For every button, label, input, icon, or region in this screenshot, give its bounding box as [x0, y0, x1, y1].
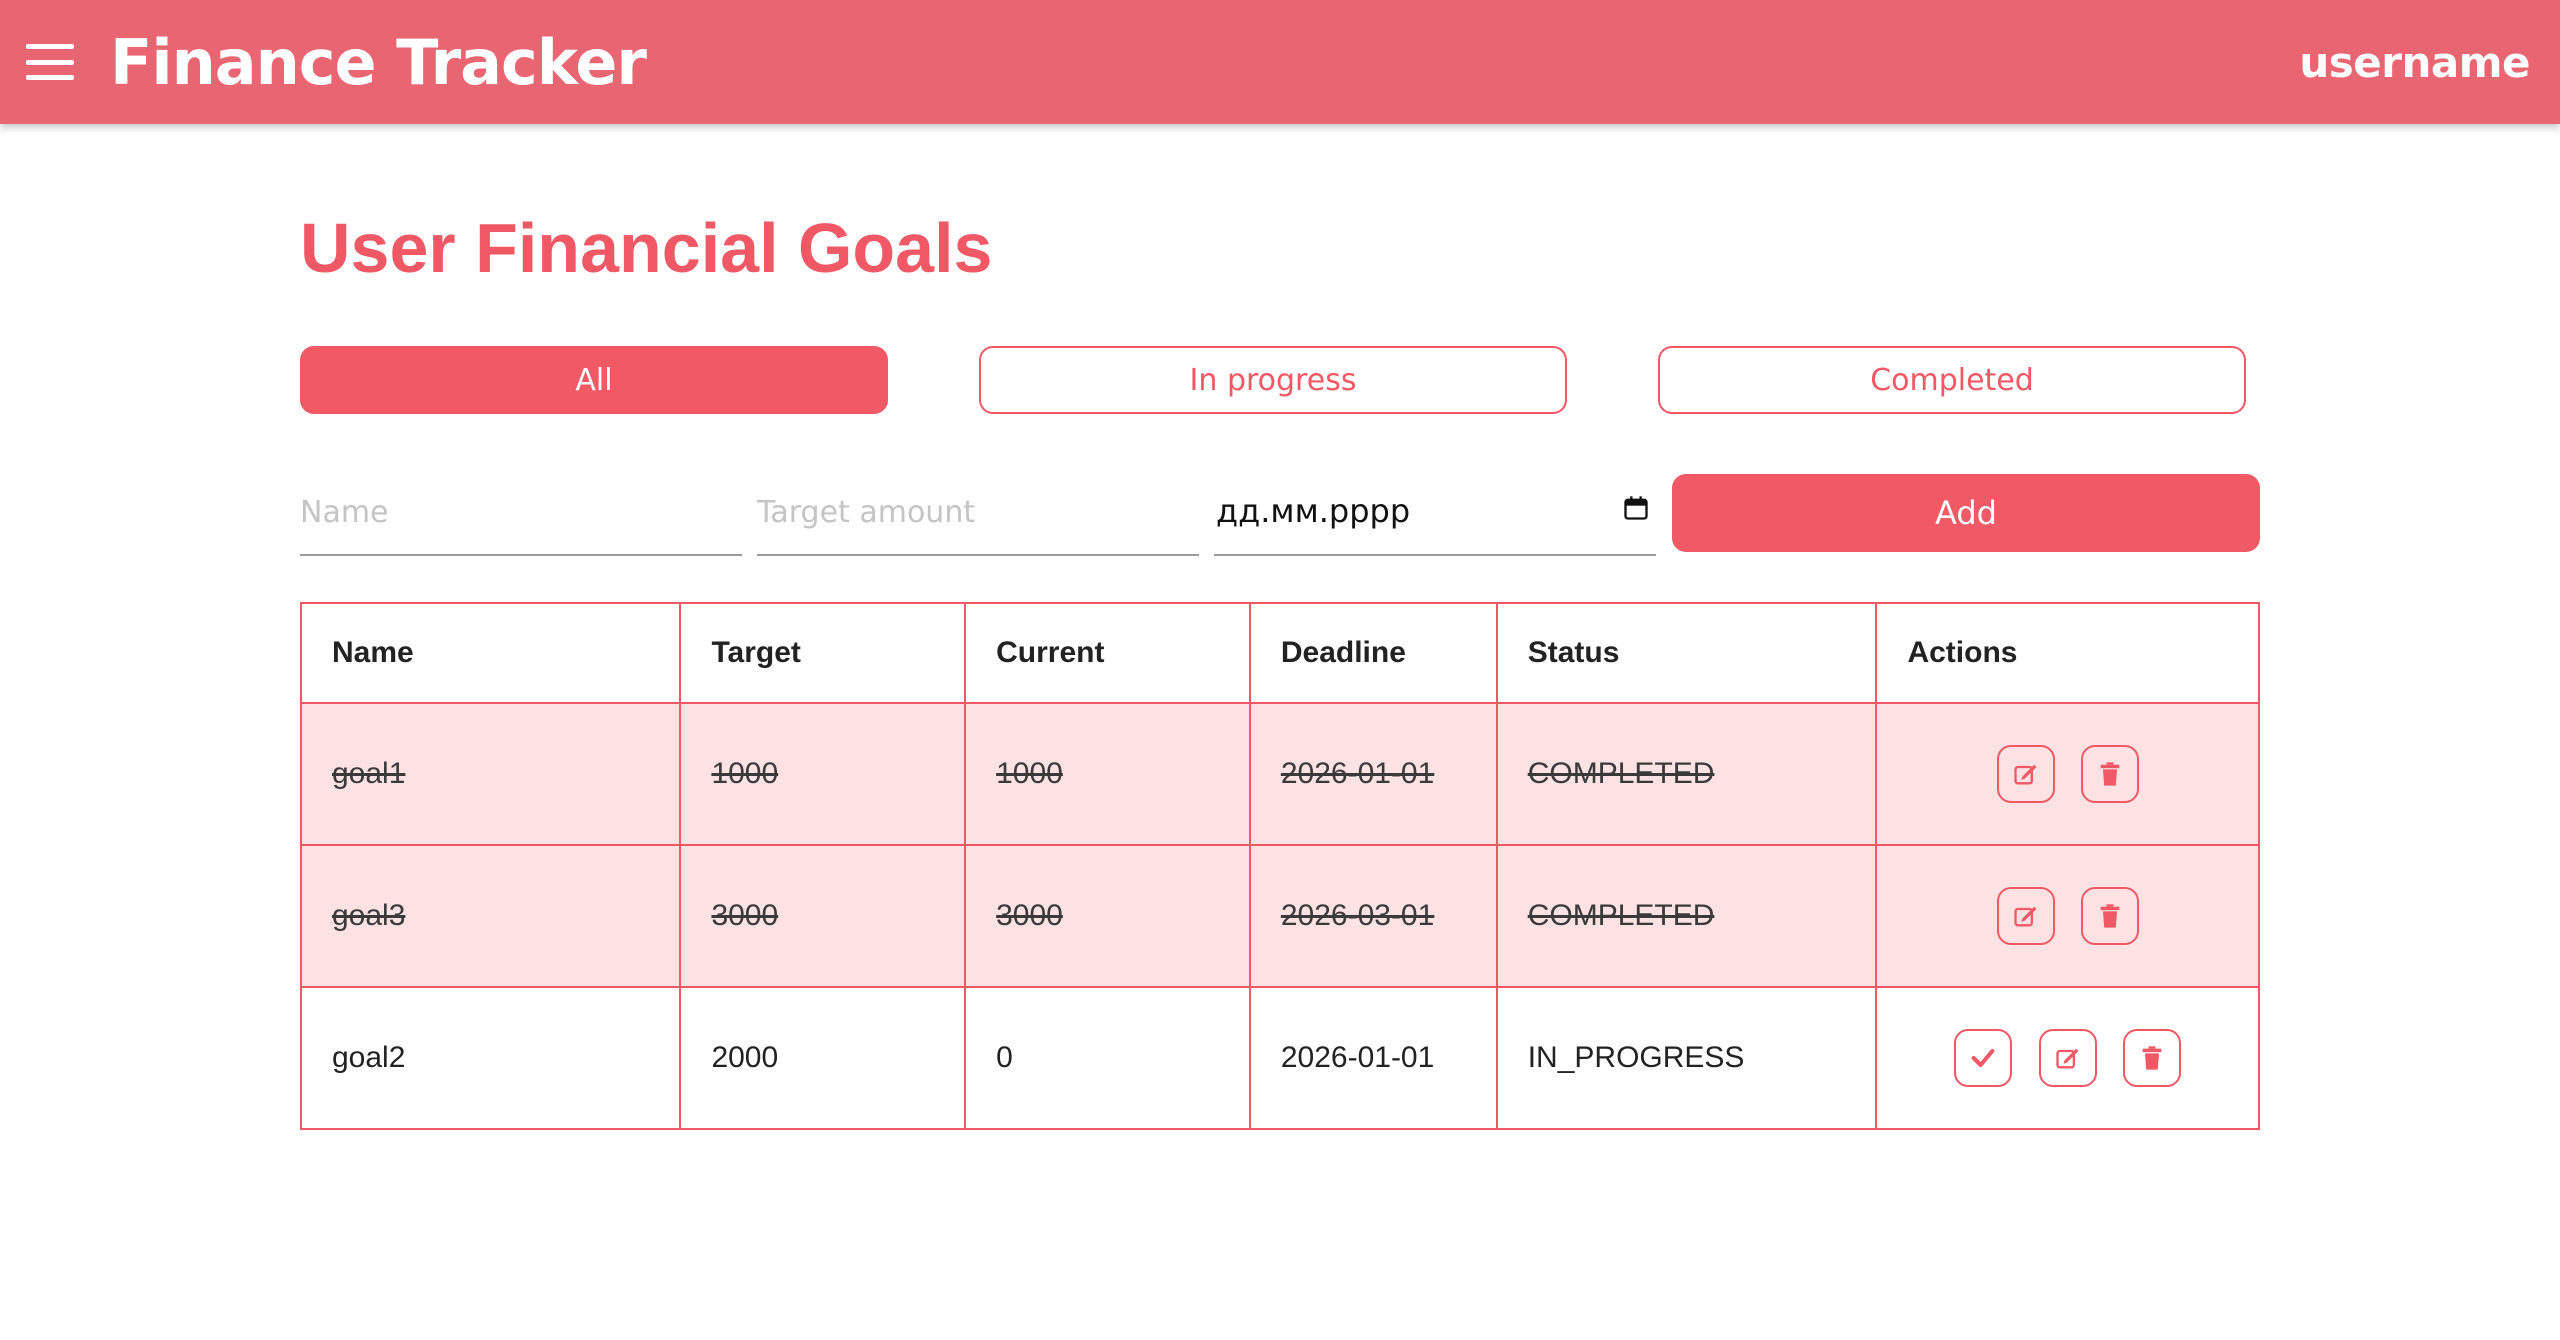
trash-icon [2100, 762, 2120, 786]
cell-current: 1000 [964, 702, 1251, 846]
deadline-date-value: дд.мм.рррр [1216, 492, 1411, 530]
header-deadline: Deadline [1248, 602, 1498, 704]
header-current: Current [964, 602, 1251, 704]
edit-button[interactable] [1996, 745, 2055, 803]
delete-button[interactable] [2080, 745, 2139, 803]
table-row: goal2 2000 0 2026-01-01 IN_PROGRESS [299, 986, 2260, 1130]
cell-name: goal2 [299, 986, 682, 1130]
delete-button[interactable] [2123, 1029, 2182, 1087]
cell-status: COMPLETED [1495, 702, 1878, 846]
cell-actions [1875, 702, 2260, 846]
app-bar: Finance Tracker username [0, 0, 2560, 124]
target-amount-input[interactable] [757, 472, 1199, 552]
header-target: Target [679, 602, 967, 704]
cell-target: 3000 [679, 844, 967, 988]
cell-target: 1000 [679, 702, 967, 846]
edit-icon [2013, 906, 2037, 927]
filter-all-button[interactable]: All [300, 346, 888, 414]
check-icon [1972, 1048, 1995, 1068]
menu-icon[interactable] [26, 44, 74, 80]
table-row: goal3 3000 3000 2026-03-01 COMPLETED [299, 844, 2260, 988]
goals-table: Name Target Current Deadline Status Acti… [299, 602, 2260, 1130]
app-title: Finance Tracker [110, 25, 647, 99]
header-name: Name [299, 602, 682, 704]
cell-deadline: 2026-01-01 [1248, 702, 1498, 846]
add-goal-button[interactable]: Add [1672, 474, 2260, 552]
cell-current: 3000 [964, 844, 1251, 988]
edit-icon [2013, 764, 2037, 785]
table-row: goal1 1000 1000 2026-01-01 COMPLETED [299, 702, 2260, 846]
target-field-wrapper [757, 472, 1199, 556]
complete-button[interactable] [1954, 1029, 2013, 1087]
name-input[interactable] [300, 472, 742, 552]
deadline-field[interactable]: дд.мм.рррр [1214, 472, 1656, 556]
add-goal-form: дд.мм.рррр Add [300, 472, 2260, 558]
edit-button[interactable] [1996, 887, 2055, 945]
cell-deadline: 2026-01-01 [1248, 986, 1498, 1130]
edit-icon [2056, 1048, 2079, 1069]
header-status: Status [1495, 602, 1878, 704]
filter-completed-button[interactable]: Completed [1658, 346, 2246, 414]
delete-button[interactable] [2080, 887, 2139, 945]
trash-icon [2142, 1046, 2162, 1070]
edit-button[interactable] [2038, 1029, 2097, 1087]
calendar-icon[interactable] [1622, 494, 1650, 522]
cell-deadline: 2026-03-01 [1248, 844, 1498, 988]
filter-tabs: All In progress Completed [300, 346, 2246, 414]
cell-name: goal3 [299, 844, 682, 988]
header-actions: Actions [1875, 602, 2260, 704]
table-header-row: Name Target Current Deadline Status Acti… [299, 602, 2260, 704]
cell-actions [1875, 986, 2260, 1130]
cell-current: 0 [964, 986, 1251, 1130]
cell-actions [1875, 844, 2260, 988]
page-title: User Financial Goals [300, 209, 993, 287]
name-field-wrapper [300, 472, 742, 556]
filter-in-progress-button[interactable]: In progress [979, 346, 1567, 414]
username-label[interactable]: username [2299, 38, 2530, 87]
cell-status: IN_PROGRESS [1495, 986, 1878, 1130]
cell-target: 2000 [679, 986, 967, 1130]
cell-name: goal1 [299, 702, 682, 846]
cell-status: COMPLETED [1495, 844, 1878, 988]
trash-icon [2100, 904, 2120, 928]
